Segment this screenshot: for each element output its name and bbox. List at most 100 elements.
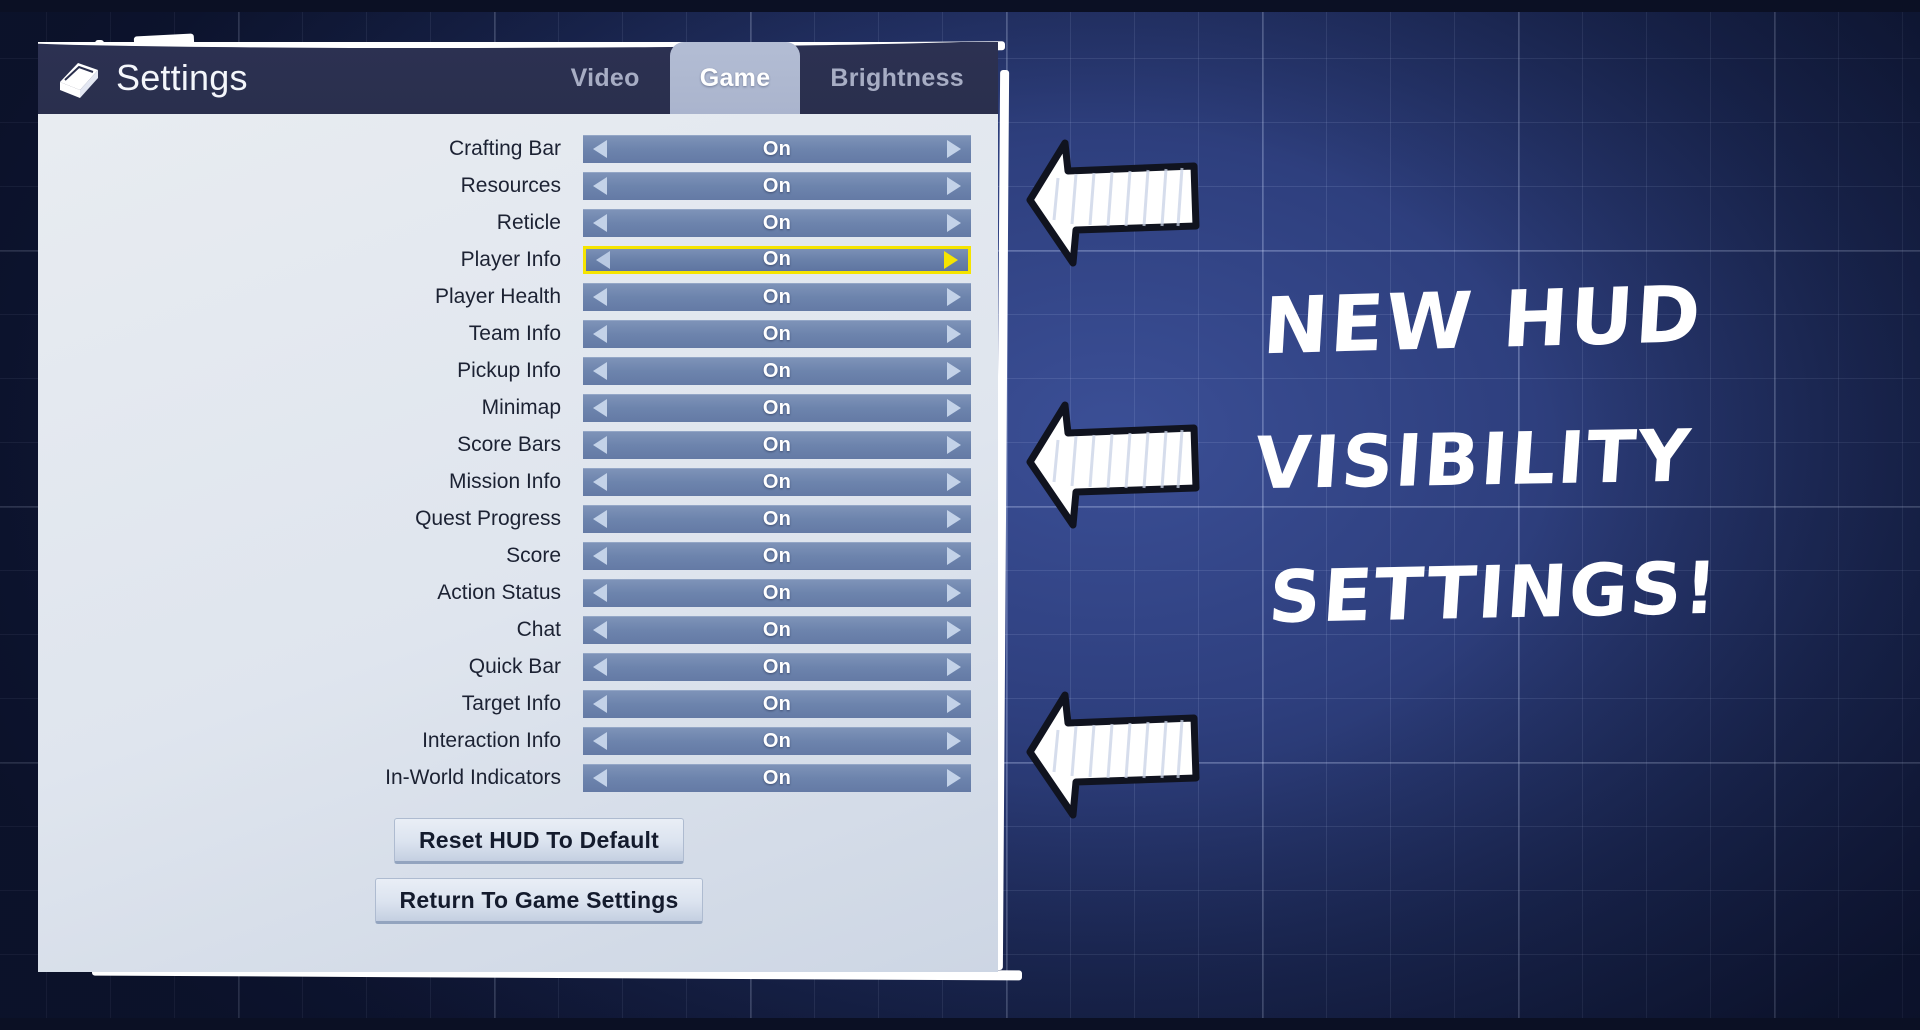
setting-row-interaction-info: Interaction Info On [38,722,998,759]
setting-row-crafting-bar: Crafting Bar On [38,130,998,167]
arrow-left-icon[interactable] [593,621,607,639]
setting-row-resources: Resources On [38,167,998,204]
setting-slider[interactable]: On [583,430,971,459]
arrow-left-icon[interactable] [593,510,607,528]
arrow-right-icon[interactable] [947,288,961,306]
arrow-right-icon[interactable] [947,399,961,417]
panel-body: Crafting Bar On Resources On Reticle On … [38,114,998,972]
arrow-left-icon[interactable] [596,250,610,269]
setting-slider[interactable]: On [583,578,971,607]
setting-slider[interactable]: On [583,615,971,644]
arrow-right-icon[interactable] [947,436,961,454]
arrow-right-icon[interactable] [947,695,961,713]
panel-header: Settings Video Game Brightness [38,42,998,114]
setting-slider[interactable]: On [583,245,971,274]
setting-value: On [762,581,792,604]
arrow-left-icon[interactable] [593,584,607,602]
setting-label: Minimap [481,395,561,419]
setting-slider[interactable]: On [583,208,971,237]
setting-row-pickup-info: Pickup Info On [38,352,998,389]
screenshot-root: Settings Video Game Brightness Crafting … [0,0,1920,1030]
setting-row-mission-info: Mission Info On [38,463,998,500]
setting-slider[interactable]: On [583,319,971,348]
setting-value: On [762,211,792,234]
arrow-right-icon[interactable] [947,140,961,158]
page-title: Settings [116,57,248,98]
setting-row-action-status: Action Status On [38,574,998,611]
arrow-right-icon[interactable] [947,214,961,232]
arrow-right-icon[interactable] [947,510,961,528]
arrow-right-icon[interactable] [947,547,961,565]
setting-value: On [762,544,792,567]
setting-value: On [762,729,792,752]
setting-value: On [762,174,792,197]
tab-brightness[interactable]: Brightness [800,42,998,114]
annotation-arrow-left-icon [1018,690,1203,825]
arrow-left-icon[interactable] [593,473,607,491]
setting-slider[interactable]: On [583,393,971,422]
arrow-left-icon[interactable] [593,436,607,454]
setting-value: On [762,692,792,715]
arrow-left-icon[interactable] [593,658,607,676]
setting-value: On [762,248,792,270]
arrow-right-icon[interactable] [947,732,961,750]
setting-row-target-info: Target Info On [38,685,998,722]
setting-label: Player Info [460,247,561,271]
setting-value: On [762,433,792,456]
setting-slider[interactable]: On [583,504,971,533]
setting-slider[interactable]: On [583,171,971,200]
letterbox-top [0,0,1920,12]
setting-row-chat: Chat On [38,611,998,648]
annotation-arrow-left-icon [1018,138,1203,273]
arrow-right-icon[interactable] [947,177,961,195]
setting-slider[interactable]: On [583,726,971,755]
return-to-game-settings-button[interactable]: Return To Game Settings [374,878,704,924]
setting-row-quick-bar: Quick Bar On [38,648,998,685]
tab-video[interactable]: Video [541,42,670,114]
setting-slider[interactable]: On [583,134,971,163]
setting-value: On [762,507,792,530]
setting-value: On [762,359,792,382]
arrow-right-icon[interactable] [947,473,961,491]
hud-settings-list: Crafting Bar On Resources On Reticle On … [38,130,998,796]
arrow-left-icon[interactable] [593,140,607,158]
arrow-left-icon[interactable] [593,325,607,343]
arrow-left-icon[interactable] [593,399,607,417]
setting-slider[interactable]: On [583,467,971,496]
arrow-right-icon[interactable] [947,621,961,639]
setting-value: On [762,655,792,678]
setting-slider[interactable]: On [583,282,971,311]
setting-slider[interactable]: On [583,652,971,681]
arrow-right-icon[interactable] [947,584,961,602]
setting-slider[interactable]: On [583,541,971,570]
setting-label: Quest Progress [415,506,561,530]
arrow-right-icon[interactable] [947,769,961,787]
setting-label: Reticle [496,210,561,234]
arrow-left-icon[interactable] [593,732,607,750]
arrow-left-icon[interactable] [593,547,607,565]
arrow-left-icon[interactable] [593,177,607,195]
setting-slider[interactable]: On [583,356,971,385]
setting-label: Interaction Info [422,728,561,752]
arrow-right-icon[interactable] [947,658,961,676]
setting-row-score-bars: Score Bars On [38,426,998,463]
reset-hud-to-default-button[interactable]: Reset HUD To Default [394,818,684,864]
arrow-right-icon[interactable] [944,250,958,269]
arrow-left-icon[interactable] [593,214,607,232]
setting-label: Quick Bar [468,654,561,678]
arrow-right-icon[interactable] [947,325,961,343]
tab-game[interactable]: Game [669,42,801,114]
setting-label: Player Health [434,284,561,308]
setting-label: Pickup Info [457,358,561,382]
setting-row-score: Score On [38,537,998,574]
setting-label: Target Info [461,691,561,715]
setting-slider[interactable]: On [583,763,971,792]
arrow-left-icon[interactable] [593,769,607,787]
arrow-right-icon[interactable] [947,362,961,380]
setting-row-player-info: Player Info On [38,241,998,278]
arrow-left-icon[interactable] [593,695,607,713]
settings-panel: Settings Video Game Brightness Crafting … [38,42,998,972]
setting-slider[interactable]: On [583,689,971,718]
arrow-left-icon[interactable] [593,288,607,306]
arrow-left-icon[interactable] [593,362,607,380]
